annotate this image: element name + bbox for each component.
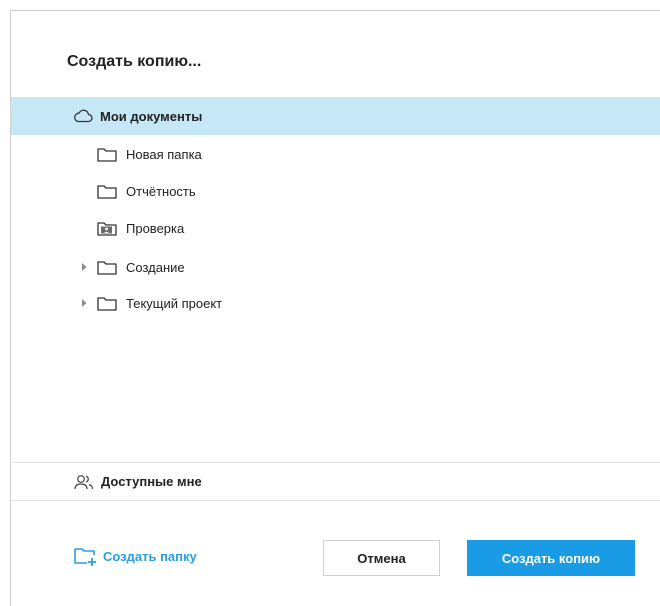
tree-item-label: Проверка — [126, 220, 185, 236]
folder-icon — [97, 261, 117, 275]
expand-arrow-icon[interactable] — [80, 262, 88, 272]
dialog-title: Создать копию... — [67, 53, 202, 70]
cloud-icon — [74, 109, 93, 123]
copy-dialog: Создать копию... Мои документы Новая пап… — [10, 10, 660, 606]
add-folder-icon — [74, 548, 96, 566]
tree-item-current-project[interactable]: Текущий проект — [11, 284, 660, 322]
shared-folder-icon — [97, 222, 117, 236]
tree-item-check[interactable]: Проверка — [11, 209, 660, 247]
create-copy-button[interactable]: Создать копию — [467, 540, 635, 576]
people-icon — [74, 475, 94, 490]
tree-item-label: Текущий проект — [126, 295, 223, 311]
expand-arrow-icon[interactable] — [80, 298, 88, 308]
shared-with-me-label: Доступные мне — [101, 474, 202, 489]
create-folder-label: Создать папку — [103, 548, 197, 564]
tree-item-my-documents[interactable]: Мои документы — [11, 97, 660, 135]
folder-icon — [97, 148, 117, 162]
divider — [11, 500, 660, 501]
create-folder-link[interactable]: Создать папку — [73, 544, 197, 568]
tree-item-label: Создание — [126, 259, 185, 275]
folder-icon — [97, 185, 117, 199]
folder-icon — [97, 297, 117, 311]
tree-item-label: Мои документы — [100, 108, 203, 124]
shared-with-me-item[interactable]: Доступные мне — [11, 463, 660, 501]
tree-item-reporting[interactable]: Отчётность — [11, 172, 660, 210]
tree-item-label: Новая папка — [126, 146, 202, 162]
tree-item-new-folder[interactable]: Новая папка — [11, 135, 660, 173]
cancel-button[interactable]: Отмена — [323, 540, 440, 576]
tree-item-label: Отчётность — [126, 183, 196, 199]
tree-item-creation[interactable]: Создание — [11, 248, 660, 286]
